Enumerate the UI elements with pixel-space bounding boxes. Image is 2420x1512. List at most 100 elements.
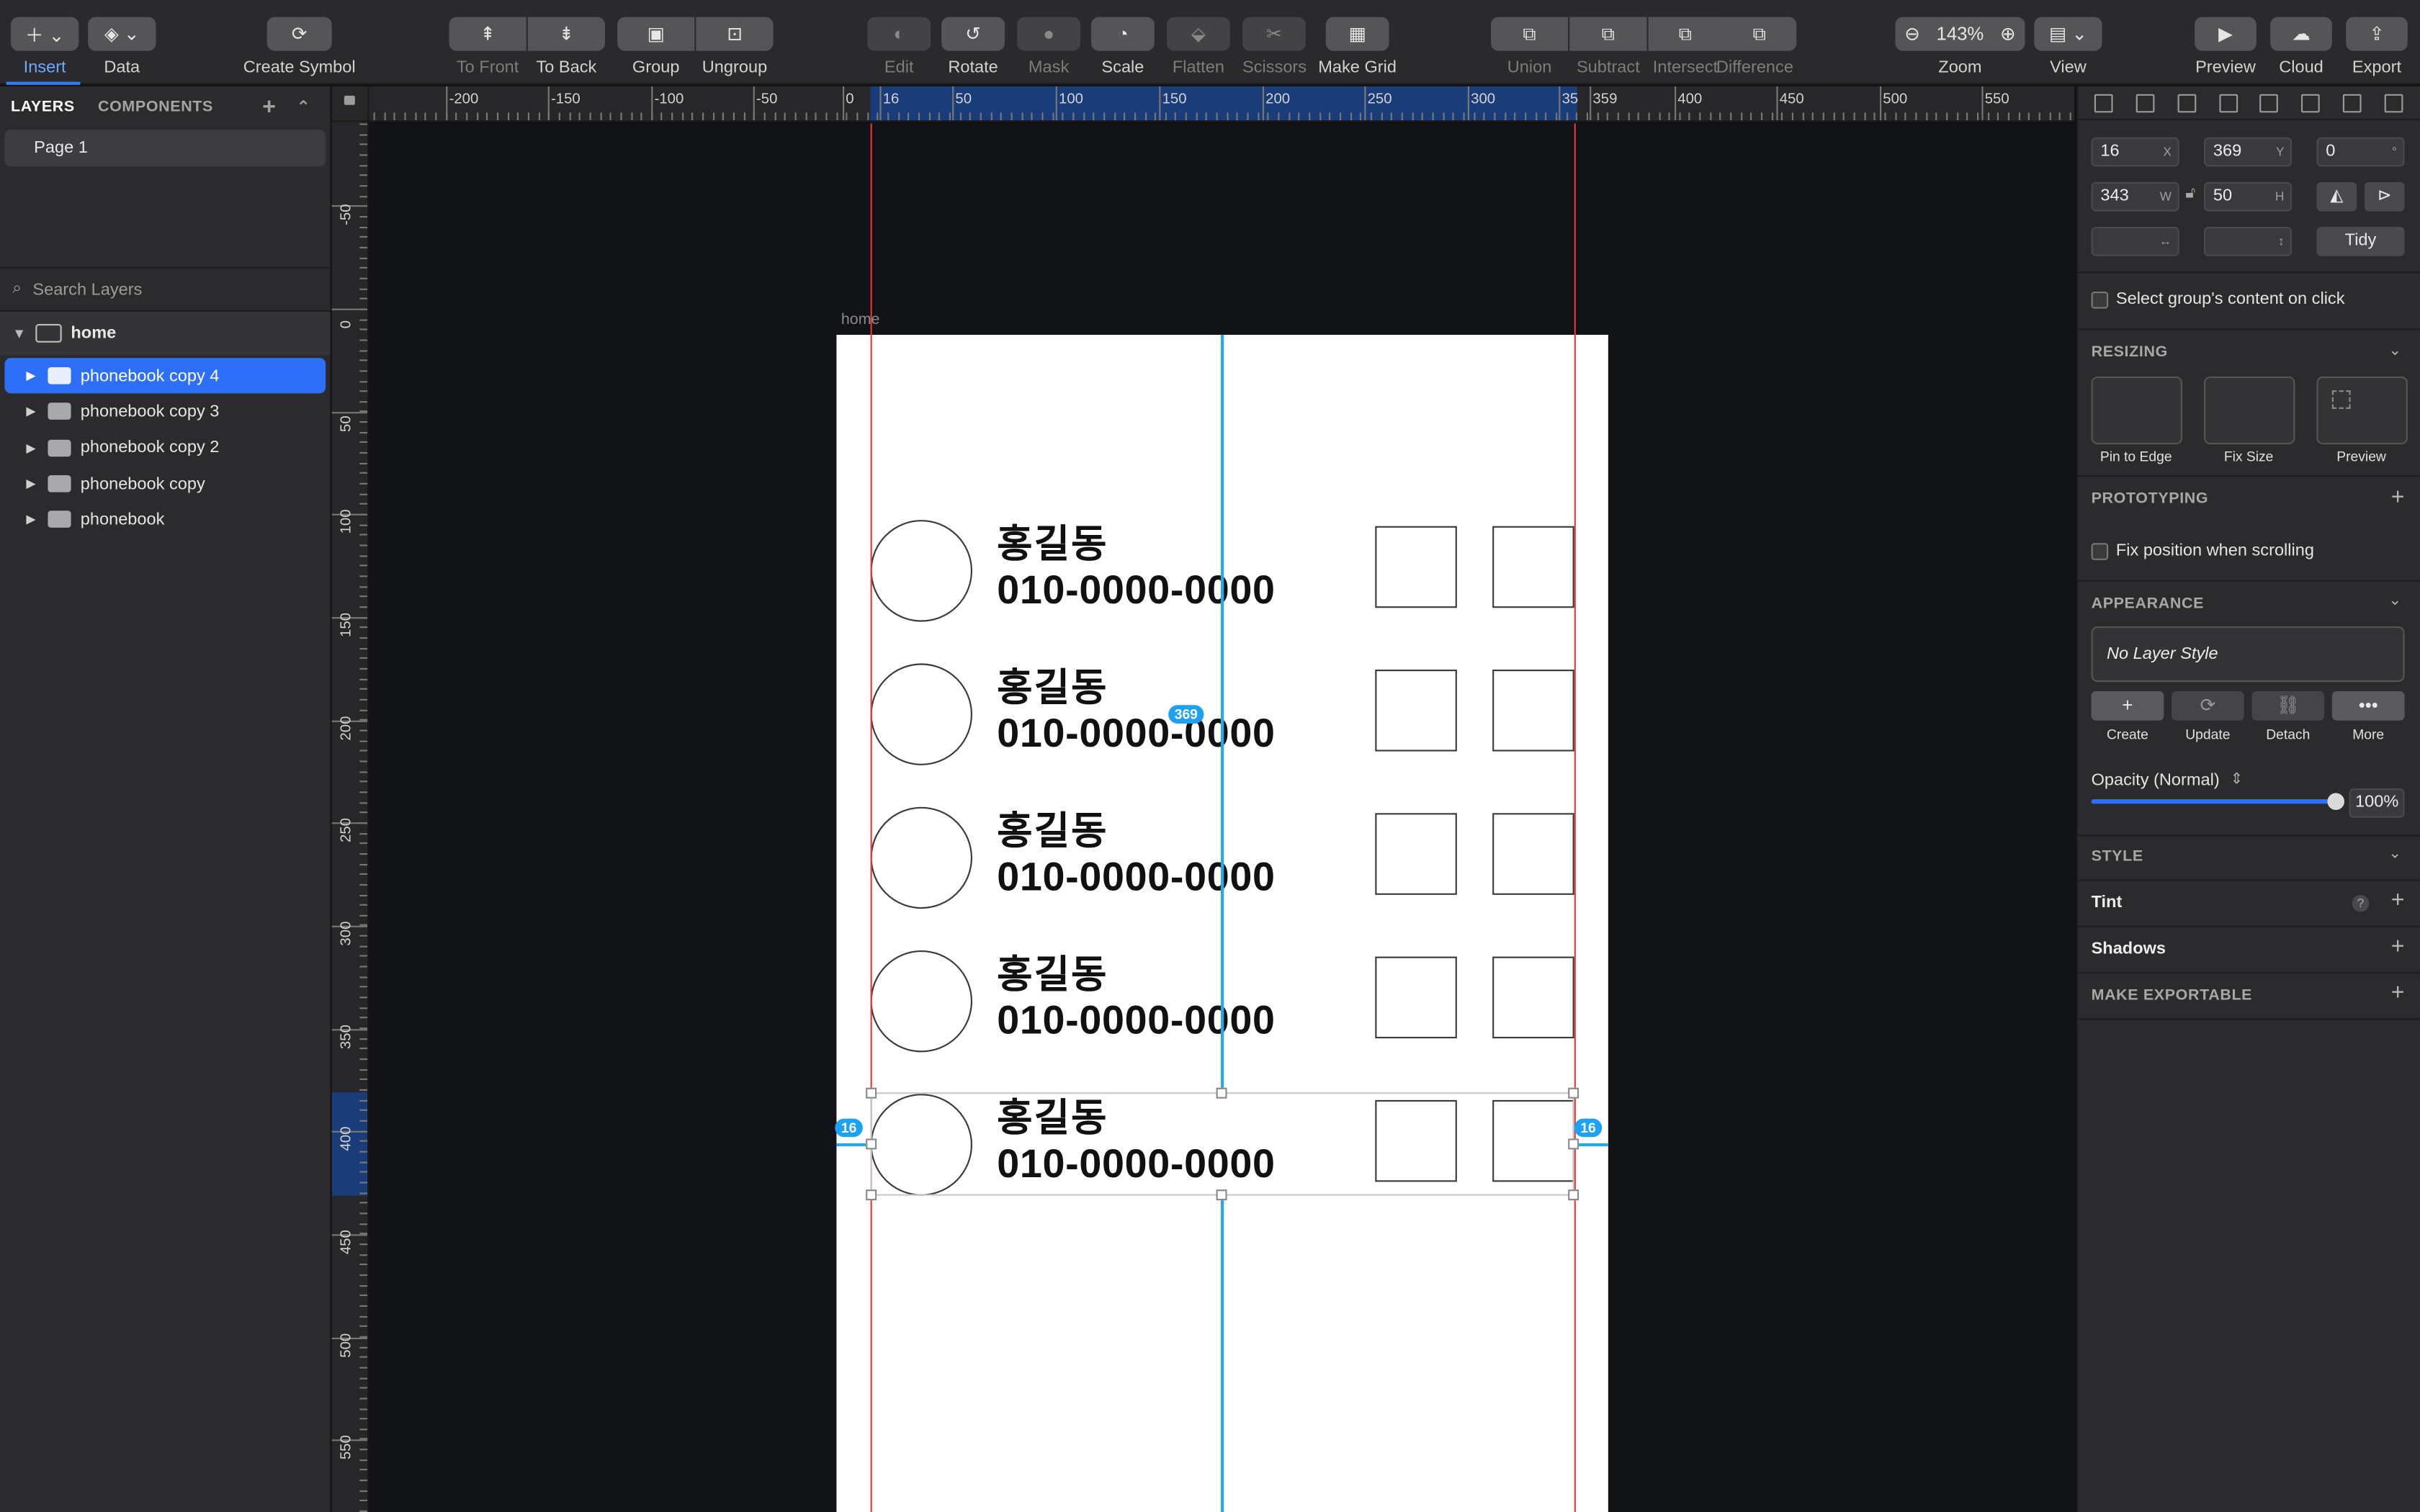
layer-item[interactable]: ▶ phonebook copy 4 xyxy=(4,358,326,395)
avatar-circle[interactable] xyxy=(870,950,972,1053)
spacing-vertical-field[interactable]: ↕ xyxy=(2204,227,2293,256)
make-grid-button[interactable]: ▦ Make Grid xyxy=(1315,0,1400,85)
action-box[interactable] xyxy=(1375,526,1457,608)
action-box[interactable] xyxy=(1375,813,1457,895)
more-style-button[interactable]: ••• xyxy=(2331,691,2405,721)
distribute-vertical-icon[interactable] xyxy=(2136,93,2155,112)
layer-item[interactable]: ▶ phonebook copy 2 xyxy=(4,430,326,466)
rotation-field[interactable]: 0 ° xyxy=(2316,137,2405,167)
to-back-button[interactable]: ⇟ To Back xyxy=(527,0,605,85)
disclosure-closed-icon[interactable]: ▶ xyxy=(26,477,35,490)
x-field[interactable]: 16 X xyxy=(2091,137,2179,167)
avatar-circle[interactable] xyxy=(870,663,972,765)
fix-position-checkbox[interactable] xyxy=(2091,543,2109,560)
fix-size-control[interactable] xyxy=(2204,376,2295,445)
chevron-down-icon[interactable]: ⌄ xyxy=(2388,845,2401,863)
search-layers[interactable]: ⌕ Search Layers xyxy=(0,269,331,312)
cloud-button[interactable]: ☁ Cloud xyxy=(2269,0,2334,85)
create-style-button[interactable]: + xyxy=(2091,691,2164,721)
action-box[interactable] xyxy=(1375,956,1457,1039)
align-center-icon[interactable] xyxy=(2218,93,2238,112)
guide-left[interactable] xyxy=(870,123,872,1512)
tidy-button[interactable]: Tidy xyxy=(2316,227,2405,256)
contact-phone[interactable]: 010-0000-0000 xyxy=(997,710,1275,757)
resize-handle[interactable] xyxy=(1568,1189,1579,1201)
add-page-icon[interactable]: + xyxy=(262,94,276,120)
resize-handle[interactable] xyxy=(1216,1189,1227,1201)
action-box[interactable] xyxy=(1492,813,1574,895)
flip-vertical-icon[interactable]: ⊳ xyxy=(2364,181,2405,212)
page-item-1[interactable]: Page 1 xyxy=(4,130,326,167)
layer-item[interactable]: ▶ phonebook xyxy=(4,502,326,538)
align-right-icon[interactable] xyxy=(2259,93,2279,112)
edit-button[interactable]: ◐ Edit xyxy=(867,0,931,85)
update-style-button[interactable]: ⟳ xyxy=(2172,691,2244,721)
action-box[interactable] xyxy=(1375,670,1457,752)
select-group-content-checkbox[interactable] xyxy=(2091,292,2109,309)
contact-name[interactable]: 홍길동 xyxy=(997,657,1108,713)
disclosure-closed-icon[interactable]: ▶ xyxy=(26,369,35,382)
zoom-control[interactable]: ⊖ 143% ⊕ Zoom xyxy=(1895,0,2025,85)
view-button[interactable]: ▤ ⌄ View xyxy=(2034,0,2102,85)
zoom-out-icon[interactable]: ⊖ xyxy=(1904,23,1920,45)
ungroup-button[interactable]: ⊡ Ungroup xyxy=(696,0,774,85)
zoom-field[interactable]: ⊖ 143% ⊕ xyxy=(1895,17,2025,51)
subtract-button[interactable]: ⧉ Subtract xyxy=(1569,0,1647,85)
contact-name[interactable]: 홍길동 xyxy=(997,944,1108,999)
resize-handle[interactable] xyxy=(866,1087,877,1099)
width-field[interactable]: 343 W xyxy=(2091,181,2179,212)
artboard-row-home[interactable]: ▼ home xyxy=(0,311,331,355)
scissors-button[interactable]: ✂ Scissors xyxy=(1242,0,1307,85)
tab-components[interactable]: COMPONENTS xyxy=(98,98,213,115)
to-front-button[interactable]: ⇞ To Front xyxy=(449,0,526,85)
disclosure-closed-icon[interactable]: ▶ xyxy=(26,405,35,418)
contact-name[interactable]: 홍길동 xyxy=(997,801,1108,856)
align-left-icon[interactable] xyxy=(2177,93,2197,112)
contact-phone[interactable]: 010-0000-0000 xyxy=(997,853,1275,901)
action-box[interactable] xyxy=(1492,670,1574,752)
detach-style-button[interactable]: ⛓ xyxy=(2251,691,2325,721)
contact-name[interactable]: 홍길동 xyxy=(997,514,1108,570)
height-field[interactable]: 50 H xyxy=(2204,181,2293,212)
disclosure-open-icon[interactable]: ▼ xyxy=(12,325,26,341)
resize-handle[interactable] xyxy=(866,1189,877,1201)
resize-handle[interactable] xyxy=(1568,1087,1579,1099)
chevron-down-icon[interactable]: ⌄ xyxy=(2388,593,2401,610)
insert-button[interactable]: ＋ ⌄ Insert xyxy=(11,0,79,85)
disclosure-closed-icon[interactable]: ▶ xyxy=(26,513,35,526)
flip-horizontal-icon[interactable]: ◭ xyxy=(2316,181,2357,212)
difference-button[interactable]: ⧉ Difference xyxy=(1713,0,1797,85)
opacity-slider-handle[interactable] xyxy=(2327,793,2344,810)
opacity-field[interactable]: 100% xyxy=(2349,788,2405,818)
add-export-icon[interactable]: + xyxy=(2391,980,2405,1006)
y-field[interactable]: 369 Y xyxy=(2204,137,2293,167)
opacity-slider[interactable] xyxy=(2091,799,2334,804)
mask-button[interactable]: ● Mask xyxy=(1017,0,1080,85)
avatar-circle[interactable] xyxy=(870,806,972,909)
intersect-button[interactable]: ⧉ Intersect xyxy=(1648,0,1723,85)
vertical-ruler[interactable]: -50 0 50 100 150 200 250 300 350 400 450 500 550 xyxy=(331,122,369,1512)
create-symbol-button[interactable]: ⟳ Create Symbol xyxy=(239,0,359,85)
layer-item[interactable]: ▶ phonebook copy xyxy=(4,466,326,502)
resize-handle[interactable] xyxy=(866,1138,877,1150)
align-top-icon[interactable] xyxy=(2301,93,2320,112)
pin-to-edge-control[interactable] xyxy=(2091,376,2182,445)
horizontal-ruler[interactable]: -200 -150 -100 -50 0 16 50 100 150 200 250 300 35 359… xyxy=(369,86,2074,122)
search-input[interactable]: Search Layers xyxy=(32,280,142,299)
ruler-corner[interactable] xyxy=(331,86,369,122)
canvas[interactable]: home 홍길동 010-0000-0000 홍길동 010-0000-0000… xyxy=(370,123,2075,1512)
scale-button[interactable]: ◔ Scale xyxy=(1091,0,1155,85)
action-box[interactable] xyxy=(1492,956,1574,1039)
resize-handle[interactable] xyxy=(1568,1138,1579,1150)
artboard-title[interactable]: home xyxy=(841,312,880,329)
contact-phone[interactable]: 010-0000-0000 xyxy=(997,996,1275,1044)
avatar-circle[interactable] xyxy=(870,520,972,622)
selection-bounds[interactable] xyxy=(870,1092,1574,1196)
help-icon[interactable]: ? xyxy=(2352,894,2370,912)
collapse-pages-icon[interactable]: ⌃ xyxy=(296,97,310,117)
action-box[interactable] xyxy=(1492,526,1574,608)
contact-phone[interactable]: 010-0000-0000 xyxy=(997,566,1275,613)
union-button[interactable]: ⧉ Union xyxy=(1491,0,1569,85)
guide-right[interactable] xyxy=(1574,123,1576,1512)
add-tint-icon[interactable]: + xyxy=(2391,887,2405,913)
